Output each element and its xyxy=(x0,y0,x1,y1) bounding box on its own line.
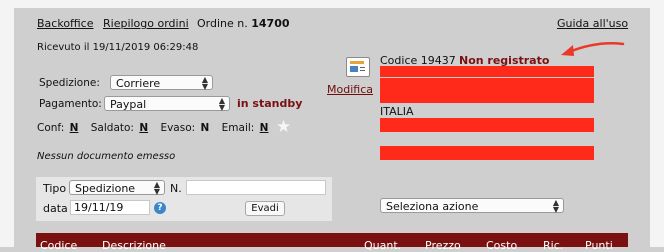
evaso-value: N xyxy=(200,122,210,134)
shipping-select[interactable]: Corriere ▲ ▼ xyxy=(110,75,213,91)
riepilogo-ordini-link[interactable]: Riepilogo ordini xyxy=(103,17,189,30)
payment-status: in standby xyxy=(237,97,303,110)
col-punti: Punti xyxy=(585,239,613,252)
modify-link[interactable]: Modifica xyxy=(327,83,373,96)
shipping-label: Spedizione: xyxy=(39,77,100,89)
action-select-value: Seleziona azione xyxy=(386,200,479,213)
date-label: data xyxy=(43,202,68,215)
address-card-icon-line xyxy=(360,67,365,68)
order-flags: Conf: N Saldato: N Evaso: N Email: N xyxy=(37,122,268,134)
order-label: Ordine n. 14700 xyxy=(197,17,290,30)
shipping-select-value: Corriere xyxy=(116,77,161,90)
action-select[interactable]: Seleziona azione ▲ ▼ xyxy=(380,198,564,214)
products-table-header: Codice Descrizione Quant. Prezzo Costo R… xyxy=(36,233,628,252)
payment-select-value: Paypal xyxy=(110,98,147,111)
no-documents-text: Nessun documento emesso xyxy=(37,151,176,162)
email-toggle[interactable]: N xyxy=(260,122,269,134)
document-type-value: Spedizione xyxy=(75,182,136,195)
email-label: Email: xyxy=(221,122,255,134)
chevron-updown-icon: ▲ ▼ xyxy=(218,96,225,112)
chevron-updown-icon: ▲ ▼ xyxy=(201,75,208,91)
evaso-label: Evaso: xyxy=(160,122,196,134)
arrow-annotation-icon xyxy=(561,42,625,56)
address-card-icon[interactable] xyxy=(346,57,370,77)
payment-label: Pagamento: xyxy=(39,98,102,110)
redacted-block xyxy=(380,146,594,160)
col-quant: Quant. xyxy=(364,239,402,252)
col-prezzo: Prezzo xyxy=(425,239,461,252)
address-card-icon-bar xyxy=(350,61,364,64)
redacted-block xyxy=(380,78,594,90)
address-card-icon-photo xyxy=(350,66,358,72)
col-codice: Codice xyxy=(40,239,78,252)
chevron-updown-icon: ▲ ▼ xyxy=(153,180,160,196)
col-ric: Ric. xyxy=(543,239,564,252)
tipo-label: Tipo xyxy=(43,182,67,195)
conf-label: Conf: xyxy=(37,122,65,134)
help-circle-icon[interactable]: ? xyxy=(154,202,166,214)
address-card-icon-line xyxy=(360,70,365,71)
payment-select[interactable]: Paypal ▲ ▼ xyxy=(104,96,230,112)
star-icon[interactable]: ★ xyxy=(276,117,291,137)
evadi-button[interactable]: Evadi xyxy=(245,201,285,216)
document-type-select[interactable]: Spedizione ▲ ▼ xyxy=(69,180,165,196)
help-link[interactable]: Guida all'uso xyxy=(557,17,628,30)
customer-country: ITALIA xyxy=(380,105,414,118)
redacted-block xyxy=(380,90,594,103)
document-number-input[interactable] xyxy=(186,180,326,195)
order-prefix: Ordine n. xyxy=(197,17,248,30)
conf-toggle[interactable]: N xyxy=(70,122,79,134)
order-number: 14700 xyxy=(251,17,290,30)
col-descrizione: Descrizione xyxy=(102,239,166,252)
col-costo: Costo xyxy=(486,239,518,252)
document-date-input[interactable]: 19/11/19 xyxy=(70,200,150,215)
chevron-updown-icon: ▲ ▼ xyxy=(552,198,559,214)
redacted-block xyxy=(380,118,594,132)
backoffice-link[interactable]: Backoffice xyxy=(37,17,94,30)
received-date: Ricevuto il 19/11/2019 06:29:48 xyxy=(37,42,199,53)
saldato-toggle[interactable]: N xyxy=(139,122,148,134)
number-label: N. xyxy=(170,182,182,195)
saldato-label: Saldato: xyxy=(90,122,134,134)
redacted-block xyxy=(380,66,594,77)
